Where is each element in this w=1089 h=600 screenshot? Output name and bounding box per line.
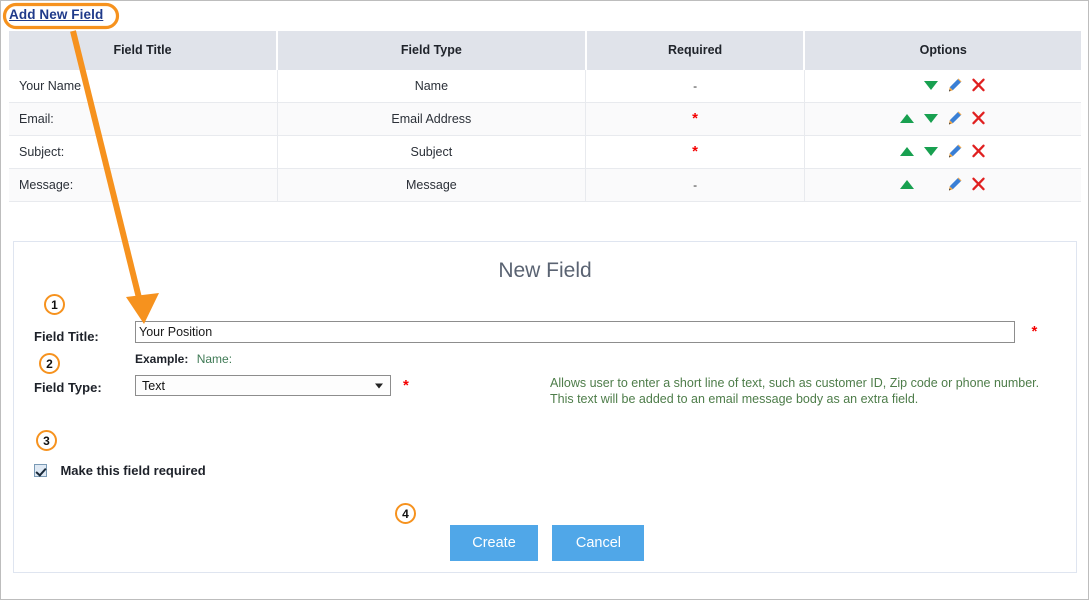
row-options-icons	[899, 136, 986, 168]
field-type-description-line-1: Allows user to enter a short line of tex…	[550, 376, 1040, 390]
row-options-icons	[899, 169, 986, 201]
annotation-badge-2: 2	[39, 353, 60, 374]
column-header-field-title: Field Title	[9, 31, 278, 70]
page-root: Add New Field Field Title Field Type Req…	[0, 0, 1089, 600]
table-row: Message: Message -	[9, 168, 1081, 202]
edit-icon[interactable]	[947, 177, 962, 192]
field-title-input-wrap: *	[135, 321, 1037, 343]
required-asterisk: *	[692, 110, 698, 127]
add-new-field-link[interactable]: Add New Field	[9, 7, 103, 22]
cell-field-type: Message	[277, 168, 587, 202]
cell-field-title: Subject:	[9, 135, 278, 169]
cell-options	[804, 69, 1081, 103]
cell-field-type: Email Address	[277, 102, 587, 136]
cell-required: -	[585, 69, 805, 103]
cell-field-type: Subject	[277, 135, 587, 169]
delete-icon[interactable]	[971, 111, 986, 126]
table-header-row: Field Title Field Type Required Options	[9, 31, 1081, 70]
delete-icon[interactable]	[971, 144, 986, 159]
move-up-icon[interactable]	[899, 111, 914, 126]
required-asterisk: *	[692, 143, 698, 160]
new-field-panel: New Field Field Title: * Example: Name: …	[13, 241, 1077, 573]
edit-icon[interactable]	[947, 78, 962, 93]
required-dash: -	[693, 177, 698, 192]
annotation-badge-1: 1	[44, 294, 65, 315]
fields-table-container: Field Title Field Type Required Options …	[9, 31, 1081, 202]
field-type-description-line-2: This text will be added to an email mess…	[550, 392, 919, 406]
cell-field-type: Name	[277, 69, 587, 103]
add-new-field-container: Add New Field	[9, 6, 103, 24]
icon-placeholder	[923, 177, 938, 192]
annotation-badge-3: 3	[36, 430, 57, 451]
cell-required: -	[585, 168, 805, 202]
edit-icon[interactable]	[947, 144, 962, 159]
field-title-required-star: *	[1031, 323, 1038, 340]
move-down-icon[interactable]	[923, 78, 938, 93]
field-type-selected-value: Text	[142, 378, 165, 393]
table-row: Email: Email Address *	[9, 102, 1081, 136]
field-title-label: Field Title:	[34, 329, 99, 344]
cell-field-title: Your Name	[9, 69, 278, 103]
column-header-field-type: Field Type	[277, 31, 587, 70]
make-required-checkbox[interactable]	[34, 464, 47, 478]
fields-table-head: Field Title Field Type Required Options	[9, 31, 1081, 70]
cell-field-title: Email:	[9, 102, 278, 136]
cell-options	[804, 168, 1081, 202]
icon-placeholder	[899, 78, 914, 93]
panel-title: New Field	[498, 259, 592, 282]
make-required-label: Make this field required	[60, 463, 206, 479]
table-row: Subject: Subject *	[9, 135, 1081, 169]
fields-table: Field Title Field Type Required Options …	[9, 31, 1081, 202]
field-title-input[interactable]	[135, 321, 1015, 343]
column-header-required: Required	[585, 31, 806, 70]
create-button[interactable]: Create	[450, 525, 538, 561]
row-options-icons	[899, 70, 986, 102]
annotation-badge-4: 4	[395, 503, 416, 524]
example-label: Example:	[135, 352, 189, 366]
form-actions: Create Cancel	[450, 525, 645, 561]
cell-required: *	[585, 102, 805, 136]
field-type-label-wrap: Field Type:	[34, 379, 102, 397]
cell-options	[804, 135, 1081, 169]
required-dash: -	[693, 78, 698, 93]
chevron-down-icon	[375, 383, 383, 388]
field-type-select-wrap: Text *	[135, 375, 409, 396]
required-checkbox-row[interactable]: Make this field required	[34, 462, 206, 480]
field-type-description: Allows user to enter a short line of tex…	[550, 375, 1060, 407]
move-down-icon[interactable]	[923, 144, 938, 159]
cell-required: *	[585, 135, 805, 169]
column-header-options: Options	[804, 31, 1081, 70]
delete-icon[interactable]	[971, 78, 986, 93]
field-title-example: Example: Name:	[135, 352, 232, 366]
delete-icon[interactable]	[971, 177, 986, 192]
table-row: Your Name Name -	[9, 69, 1081, 103]
move-down-icon[interactable]	[923, 111, 938, 126]
field-type-select[interactable]: Text	[135, 375, 391, 396]
edit-icon[interactable]	[947, 111, 962, 126]
field-title-label-wrap: Field Title:	[34, 328, 99, 346]
row-options-icons	[899, 103, 986, 135]
field-type-label: Field Type:	[34, 380, 102, 395]
move-up-icon[interactable]	[899, 177, 914, 192]
example-value: Name:	[196, 352, 233, 366]
cell-options	[804, 102, 1081, 136]
cancel-button[interactable]: Cancel	[552, 525, 645, 561]
move-up-icon[interactable]	[899, 144, 914, 159]
fields-table-body: Your Name Name - Email: Email Address * Subjec…	[9, 69, 1081, 202]
field-type-required-star: *	[403, 377, 409, 394]
cell-field-title: Message:	[9, 168, 278, 202]
